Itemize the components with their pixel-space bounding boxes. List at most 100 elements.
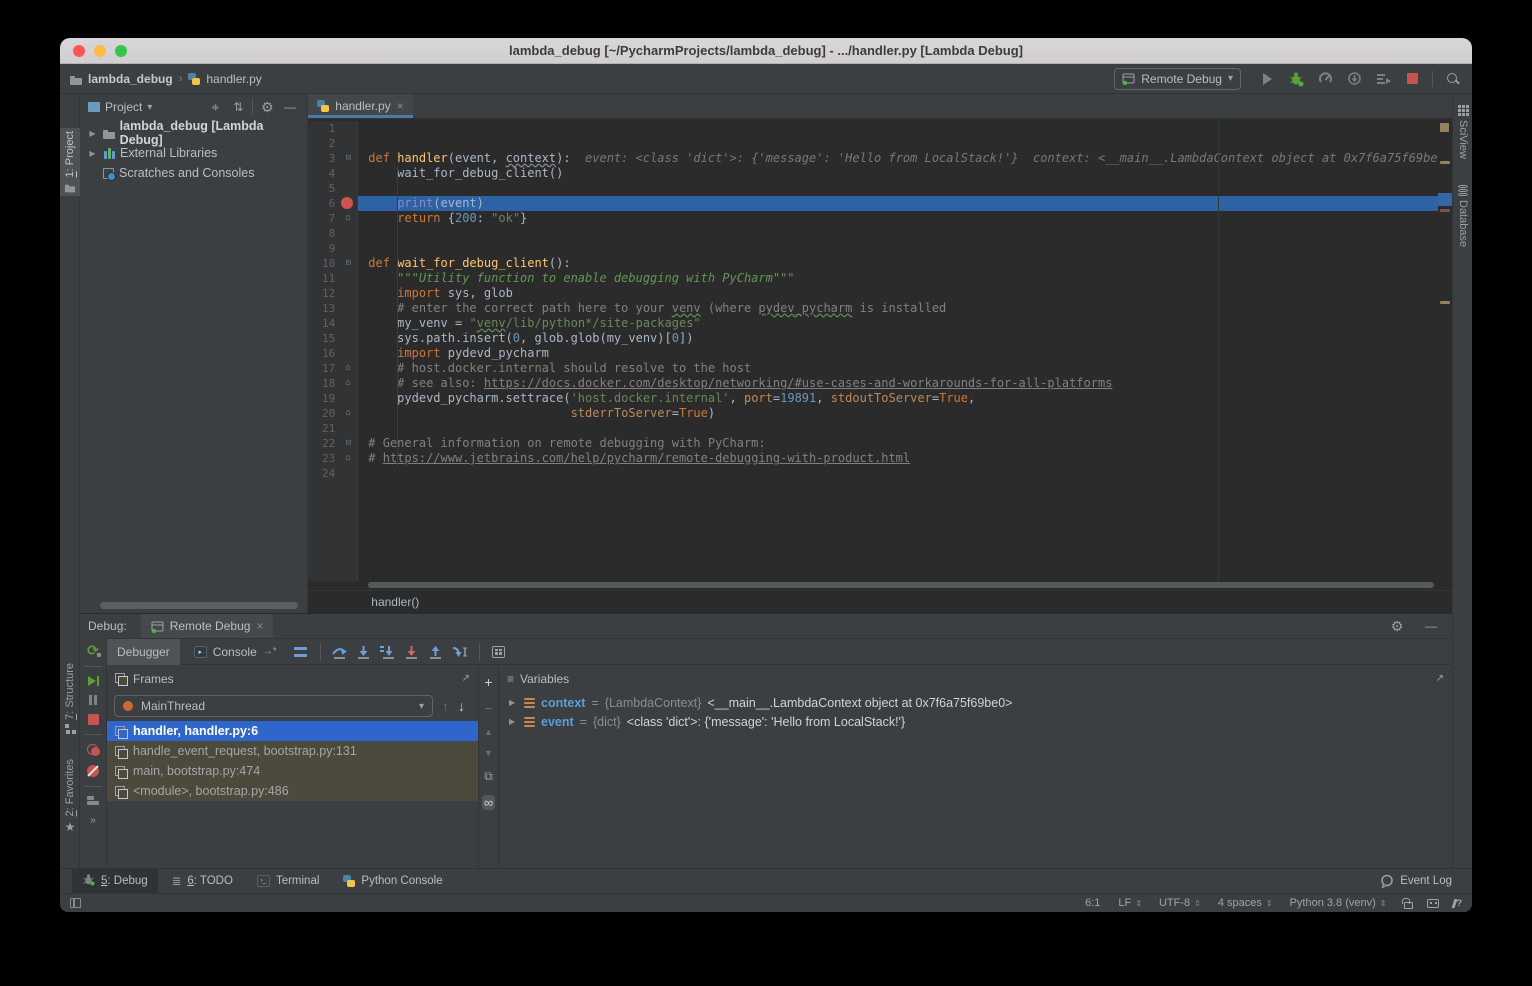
- editor-breadcrumb[interactable]: handler(): [308, 590, 1452, 613]
- tool-window-tab---todo[interactable]: ≣6: TODO: [162, 869, 243, 894]
- editor-gutter[interactable]: 12: [308, 286, 358, 301]
- code-text[interactable]: def handler(event, context): event: <cla…: [358, 151, 1452, 166]
- expand-icon[interactable]: ▶: [509, 717, 518, 726]
- thread-select[interactable]: MainThread ▾: [114, 695, 433, 717]
- code-text[interactable]: return {200: "ok"}: [358, 211, 1452, 226]
- editor-gutter[interactable]: 15: [308, 331, 358, 346]
- debug-session-tab[interactable]: Remote Debug ×: [141, 614, 274, 638]
- resume-program-icon[interactable]: [88, 676, 99, 686]
- editor-gutter[interactable]: 13: [308, 301, 358, 316]
- editor-gutter[interactable]: 18⌂: [308, 376, 358, 391]
- tree-expander-icon[interactable]: ▶: [87, 149, 98, 158]
- tool-stripe-item-database[interactable]: Database: [1453, 182, 1472, 250]
- status-4-spaces[interactable]: 4 spaces⇕: [1218, 897, 1272, 909]
- editor-gutter[interactable]: 23⌂: [308, 451, 358, 466]
- stop-icon[interactable]: [88, 714, 99, 725]
- frame-row[interactable]: handle_event_request, bootstrap.py:131: [107, 741, 478, 761]
- tree-item[interactable]: ▶lambda_debug [Lambda Debug]: [80, 123, 307, 143]
- force-step-into-button[interactable]: [402, 643, 422, 661]
- remove-watch-icon[interactable]: −: [485, 701, 493, 716]
- show-watches-icon[interactable]: ∞: [482, 795, 495, 810]
- step-out-button[interactable]: [426, 643, 446, 661]
- step-into-my-code-button[interactable]: [378, 643, 398, 661]
- code-text[interactable]: [358, 181, 1452, 196]
- minimize-window-icon[interactable]: [94, 45, 106, 57]
- breakpoint-mark[interactable]: [1440, 209, 1450, 212]
- code-text[interactable]: [358, 121, 1452, 136]
- status-python-3-8--venv-[interactable]: Python 3.8 (venv)⇕: [1290, 897, 1386, 909]
- hide-tool-window-icon[interactable]: —: [1422, 617, 1440, 635]
- more-icon[interactable]: »: [90, 815, 96, 826]
- code-text[interactable]: import pydevd_pycharm: [358, 346, 1452, 361]
- fold-end-icon[interactable]: ⌂: [342, 452, 354, 465]
- add-watch-icon[interactable]: +: [484, 674, 492, 690]
- code-text[interactable]: # see also: https://docs.docker.com/desk…: [358, 376, 1452, 391]
- breadcrumb-project[interactable]: lambda_debug: [88, 72, 173, 86]
- step-over-button[interactable]: [330, 643, 350, 661]
- editor-gutter[interactable]: 2: [308, 136, 358, 151]
- code-text[interactable]: [358, 136, 1452, 151]
- frame-up-icon[interactable]: ↑: [442, 698, 449, 714]
- editor-gutter[interactable]: 19: [308, 391, 358, 406]
- duplicate-watch-icon[interactable]: ⧉: [484, 769, 493, 784]
- editor-gutter[interactable]: 10⊟: [308, 256, 358, 271]
- run-button[interactable]: [1258, 70, 1276, 88]
- zoom-window-icon[interactable]: [115, 45, 127, 57]
- locate-file-icon[interactable]: ⌖: [206, 98, 224, 116]
- step-into-button[interactable]: [354, 643, 374, 661]
- editor-gutter[interactable]: 20⌂: [308, 406, 358, 421]
- editor-gutter[interactable]: 14: [308, 316, 358, 331]
- frame-row[interactable]: main, bootstrap.py:474: [107, 761, 478, 781]
- run-configuration-select[interactable]: Remote Debug ▾: [1114, 68, 1241, 90]
- fold-collapse-icon[interactable]: ⊟: [342, 437, 354, 450]
- code-text[interactable]: [358, 466, 1452, 481]
- tree-expander-icon[interactable]: ▶: [87, 129, 98, 138]
- tool-window-tab-python-console[interactable]: Python Console: [333, 869, 452, 894]
- rerun-debug-icon[interactable]: ⟳: [87, 643, 99, 657]
- tool-window-tab---debug[interactable]: 5: Debug: [72, 869, 158, 894]
- tree-item[interactable]: Scratches and Consoles: [80, 163, 307, 183]
- tool-window-tab-terminal[interactable]: ›_Terminal: [247, 869, 329, 894]
- restore-layout-icon[interactable]: [87, 796, 99, 806]
- code-text[interactable]: # host.docker.internal should resolve to…: [358, 361, 1452, 376]
- view-breakpoints-icon[interactable]: [87, 744, 100, 756]
- editor-gutter[interactable]: 22⊟: [308, 436, 358, 451]
- editor-horizontal-scrollbar[interactable]: [308, 581, 1452, 590]
- editor-gutter[interactable]: 3⊟: [308, 151, 358, 166]
- breadcrumb-file[interactable]: handler.py: [206, 72, 261, 86]
- move-up-icon[interactable]: ▲: [484, 727, 493, 737]
- code-text[interactable]: # enter the correct path here to your ve…: [358, 301, 1452, 316]
- tab-debugger[interactable]: Debugger: [107, 639, 180, 665]
- fold-end-icon[interactable]: ⌂: [342, 362, 354, 375]
- gear-icon[interactable]: ⚙: [1388, 617, 1406, 635]
- frame-row[interactable]: <module>, bootstrap.py:486: [107, 781, 478, 801]
- fold-collapse-icon[interactable]: ⊟: [342, 257, 354, 270]
- code-text[interactable]: [358, 226, 1452, 241]
- multirun-button[interactable]: [1374, 70, 1392, 88]
- threads-view-button[interactable]: [291, 643, 311, 661]
- code-text[interactable]: """Utility function to enable debugging …: [358, 271, 1452, 286]
- code-text[interactable]: sys.path.insert(0, glob.glob(my_venv)[0]…: [358, 331, 1452, 346]
- tool-stripe-item--project[interactable]: 1: Project: [60, 128, 80, 196]
- fold-end-icon[interactable]: ⌂: [342, 212, 354, 225]
- breadcrumb-function[interactable]: handler(): [371, 595, 419, 609]
- collapse-all-icon[interactable]: ⇅: [229, 98, 247, 116]
- run-to-cursor-button[interactable]: [450, 643, 470, 661]
- indexing-status-icon[interactable]: [1427, 899, 1439, 908]
- code-text[interactable]: stderrToServer=True): [358, 406, 1452, 421]
- code-text[interactable]: print(event): [358, 196, 1452, 211]
- float-window-icon[interactable]: ↗: [1436, 673, 1444, 684]
- editor-gutter[interactable]: 21: [308, 421, 358, 436]
- warning-mark[interactable]: [1440, 301, 1450, 304]
- gear-icon[interactable]: ⚙: [258, 98, 276, 116]
- variables-menu-icon[interactable]: ≡: [507, 672, 514, 686]
- code-text[interactable]: [358, 241, 1452, 256]
- coverage-button[interactable]: [1345, 70, 1363, 88]
- code-text[interactable]: def wait_for_debug_client():: [358, 256, 1452, 271]
- fold-end-icon[interactable]: ⌂: [342, 407, 354, 420]
- warning-mark[interactable]: [1440, 161, 1450, 164]
- close-window-icon[interactable]: [73, 45, 85, 57]
- frame-down-icon[interactable]: ↓: [458, 698, 465, 714]
- editor-gutter[interactable]: 24: [308, 466, 358, 481]
- editor-gutter[interactable]: 7⌂: [308, 211, 358, 226]
